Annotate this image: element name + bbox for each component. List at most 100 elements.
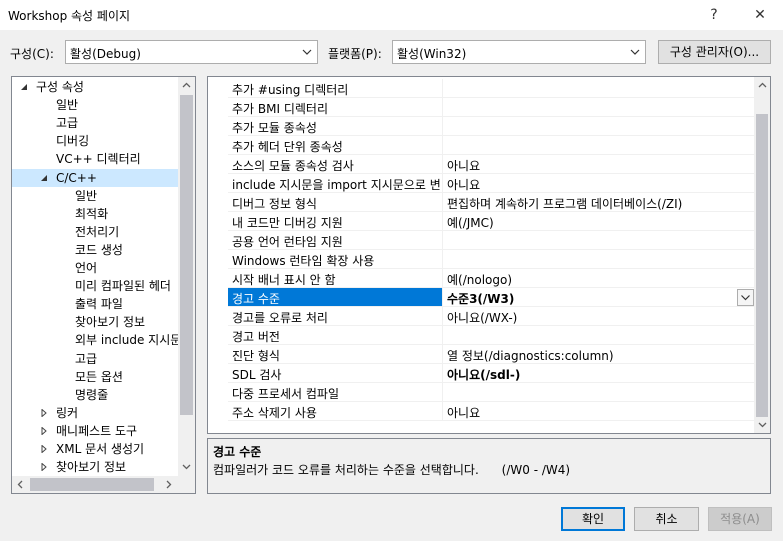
column-divider — [442, 98, 443, 117]
property-value[interactable]: 예(/JMC) — [447, 214, 494, 231]
tree-item-label: 코드 생성 — [75, 242, 123, 257]
tree-item[interactable]: C/C++ — [12, 168, 178, 187]
property-row[interactable]: 추가 모듈 종속성 — [208, 117, 756, 136]
tree-item-label: VC++ 디렉터리 — [56, 152, 141, 167]
property-row[interactable]: SDL 검사 아니요(/sdl-) — [208, 364, 756, 383]
property-row[interactable]: 주소 삭제기 사용 아니요 — [208, 402, 756, 421]
property-name: 경고를 오류로 처리 — [232, 311, 328, 325]
property-row[interactable]: 추가 #using 디렉터리 — [208, 79, 756, 98]
property-value[interactable]: 아니요(/WX-) — [447, 309, 517, 326]
configuration-combo[interactable]: 활성(Debug) — [65, 40, 318, 64]
platform-combo[interactable]: 활성(Win32) — [392, 40, 646, 64]
property-row[interactable]: 경고 수준 수준3(/W3) — [208, 288, 756, 307]
grid-vertical-scrollbar[interactable] — [754, 77, 770, 433]
tree-horizontal-thumb[interactable] — [30, 478, 154, 491]
column-divider — [442, 345, 443, 364]
collapsed-triangle-icon[interactable] — [40, 408, 48, 417]
property-name: 공용 언어 런타임 지원 — [232, 235, 343, 249]
column-divider — [442, 155, 443, 174]
tree-item[interactable]: 매니페스트 도구 — [12, 422, 178, 440]
property-row[interactable]: 소스의 모듈 종속성 검사 아니요 — [208, 155, 756, 174]
tree-item-label: 전처리기 — [75, 224, 120, 239]
collapsed-triangle-icon[interactable] — [40, 426, 48, 435]
collapsed-triangle-icon[interactable] — [40, 445, 48, 453]
expanded-triangle-icon[interactable] — [20, 83, 28, 91]
property-row[interactable]: 추가 헤더 단위 종속성 — [208, 136, 756, 155]
column-divider — [442, 364, 443, 383]
property-value[interactable]: 편집하며 계속하기 프로그램 데이터베이스(/ZI) — [447, 195, 682, 212]
property-value[interactable]: 아니요 — [447, 404, 480, 421]
tree-item[interactable]: 언어 — [12, 259, 178, 277]
property-row[interactable]: 진단 형식 열 정보(/diagnostics:column) — [208, 345, 756, 364]
tree-item[interactable]: 전처리기 — [12, 223, 178, 241]
property-row[interactable]: include 지시문을 import 지시문으로 변 아니요 — [208, 174, 756, 193]
value-dropdown-button[interactable] — [737, 289, 754, 306]
property-value[interactable]: 수준3(/W3) — [447, 290, 514, 307]
chevron-down-icon — [630, 49, 640, 55]
tree-item[interactable]: 최적화 — [12, 205, 178, 223]
property-row[interactable]: 다중 프로세서 컴파일 — [208, 383, 756, 402]
property-row[interactable]: Windows 런타임 확장 사용 — [208, 250, 756, 269]
tree-item[interactable]: 고급 — [12, 350, 178, 368]
property-row[interactable]: 추가 BMI 디렉터리 — [208, 98, 756, 117]
title-bar: Workshop 속성 페이지 ? ✕ — [0, 0, 783, 30]
tree-item[interactable]: 외부 include 지시문 — [12, 331, 178, 349]
property-name: 추가 BMI 디렉터리 — [232, 102, 328, 116]
grid-vertical-thumb[interactable] — [756, 114, 768, 417]
property-value[interactable]: 아니요(/sdl-) — [447, 366, 520, 383]
tree-item[interactable]: 찾아보기 정보 — [12, 313, 178, 331]
apply-button[interactable]: 적용(A) — [708, 507, 772, 531]
tree-item-label: C/C++ — [56, 170, 97, 185]
tree-item[interactable]: 링커 — [12, 404, 178, 422]
property-value[interactable]: 열 정보(/diagnostics:column) — [447, 347, 614, 364]
tree-item[interactable]: 구성 속성 — [12, 78, 178, 96]
tree-vertical-scrollbar[interactable] — [178, 77, 195, 476]
scroll-left-icon[interactable] — [17, 480, 23, 489]
property-row[interactable]: 경고 버전 — [208, 326, 756, 345]
cancel-button[interactable]: 취소 — [634, 507, 699, 531]
tree-item[interactable]: 디버깅 — [12, 132, 178, 150]
property-name: 다중 프로세서 컴파일 — [232, 387, 339, 401]
tree-item[interactable]: VC++ 디렉터리 — [12, 150, 178, 168]
configuration-manager-button[interactable]: 구성 관리자(O)... — [658, 40, 771, 64]
property-name: 추가 헤더 단위 종속성 — [232, 140, 343, 154]
tree-item[interactable]: 일반 — [12, 96, 178, 114]
collapsed-triangle-icon[interactable] — [40, 463, 48, 472]
tree-item[interactable]: 찾아보기 정보 — [12, 458, 178, 476]
property-value[interactable]: 아니요 — [447, 157, 480, 174]
tree-item-label: 구성 속성 — [36, 80, 84, 94]
close-button[interactable]: ✕ — [748, 4, 772, 26]
property-name: 디버그 정보 형식 — [232, 197, 317, 211]
ok-button[interactable]: 확인 — [561, 507, 625, 531]
description-panel: 경고 수준 컴파일러가 코드 오류를 처리하는 수준을 선택합니다. (/W0 … — [207, 438, 771, 494]
scroll-up-icon[interactable] — [182, 82, 191, 88]
property-value[interactable]: 아니요 — [447, 176, 480, 193]
property-name: 시작 배너 표시 안 함 — [232, 273, 336, 287]
tree-item[interactable]: 코드 생성 — [12, 241, 178, 259]
column-divider — [442, 269, 443, 288]
tree-item[interactable]: XML 문서 생성기 — [12, 440, 178, 458]
property-row[interactable]: 디버그 정보 형식 편집하며 계속하기 프로그램 데이터베이스(/ZI) — [208, 193, 756, 212]
tree-item[interactable]: 고급 — [12, 114, 178, 132]
tree-item-label: 찾아보기 정보 — [56, 460, 127, 475]
tree-item[interactable]: 모든 옵션 — [12, 368, 178, 386]
tree-item[interactable]: 명령줄 — [12, 386, 178, 404]
scroll-down-icon[interactable] — [758, 422, 767, 428]
property-row[interactable]: 시작 배너 표시 안 함 예(/nologo) — [208, 269, 756, 288]
tree-vertical-thumb[interactable] — [180, 95, 193, 415]
tree-item-label: 언어 — [75, 261, 98, 275]
tree-item-label: 고급 — [56, 116, 79, 131]
property-value[interactable]: 예(/nologo) — [447, 271, 512, 288]
property-row[interactable]: 내 코드만 디버깅 지원 예(/JMC) — [208, 212, 756, 231]
help-button[interactable]: ? — [702, 4, 726, 26]
property-row[interactable]: 경고를 오류로 처리 아니요(/WX-) — [208, 307, 756, 326]
scroll-up-icon[interactable] — [758, 82, 767, 88]
scroll-right-icon[interactable] — [166, 480, 172, 489]
tree-item[interactable]: 일반 — [12, 187, 178, 205]
tree-item[interactable]: 미리 컴파일된 헤더 — [12, 277, 178, 295]
property-row[interactable]: 공용 언어 런타임 지원 — [208, 231, 756, 250]
scroll-down-icon[interactable] — [182, 464, 191, 470]
tree-horizontal-scrollbar[interactable] — [12, 476, 178, 493]
tree-item[interactable]: 출력 파일 — [12, 295, 178, 313]
expanded-triangle-icon[interactable] — [40, 174, 48, 182]
